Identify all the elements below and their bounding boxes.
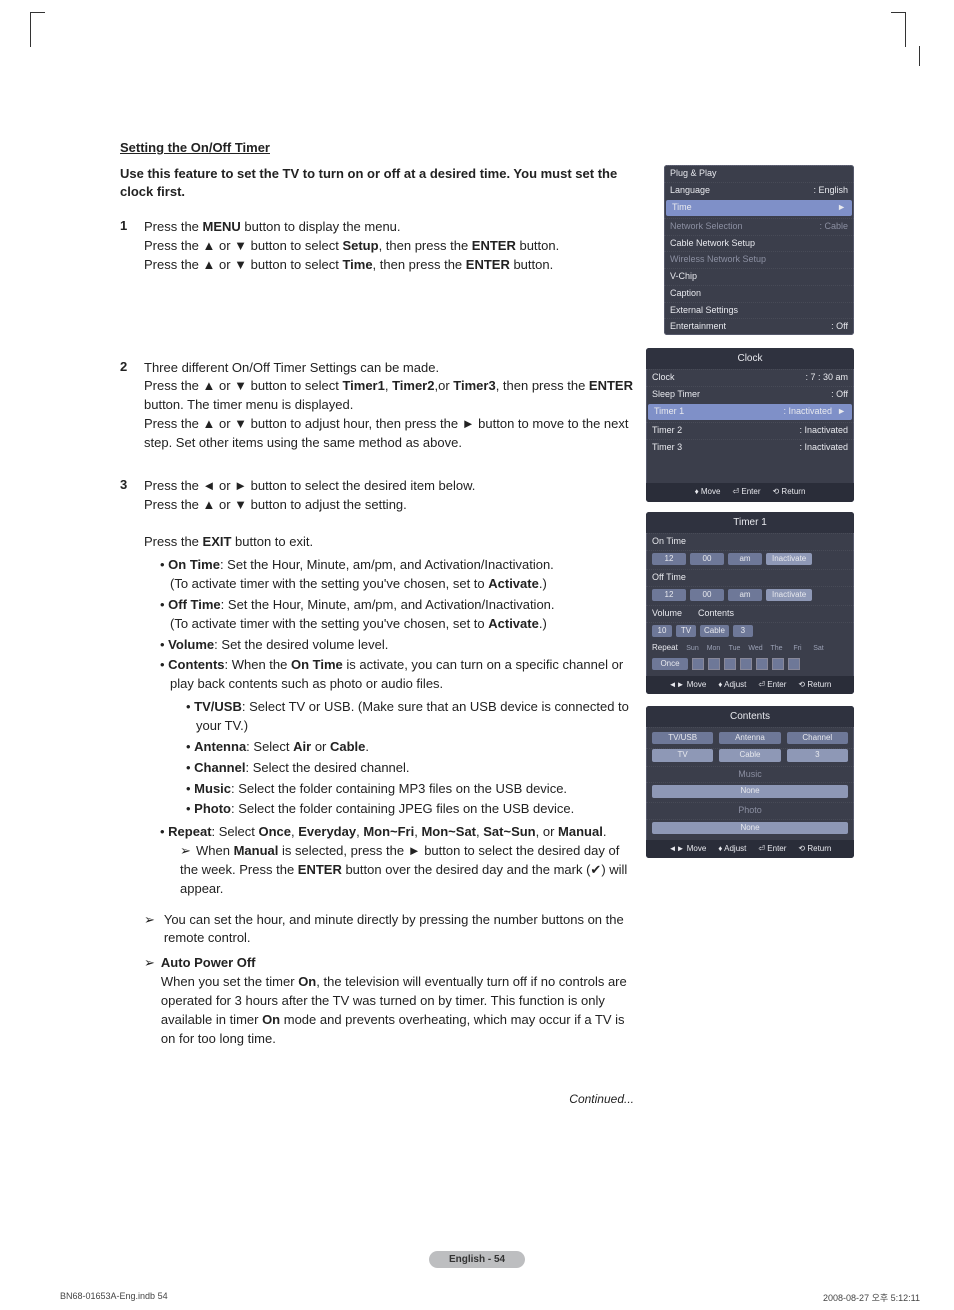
note-text: Auto Power Off When you set the timer On… (161, 954, 640, 1048)
step-1: 1 Press the MENU button to display the m… (120, 218, 640, 275)
osd-title: Timer 1 (646, 512, 854, 533)
osd-title: Contents (646, 706, 854, 727)
osd-timer1: Timer 1 On Time 12 00 am Inactivate Off … (646, 512, 854, 694)
step-3: 3 Press the ◄ or ► button to select the … (120, 477, 640, 1049)
osd-title: Clock (646, 348, 854, 369)
step-number: 2 (120, 359, 144, 374)
footer-meta: BN68-01653A-Eng.indb 54 2008-08-27 오후 5:… (60, 1291, 920, 1304)
step-body: Three different On/Off Timer Settings ca… (144, 359, 640, 453)
note-text: You can set the hour, and minute directl… (164, 911, 640, 949)
continued-label: Continued... (0, 1092, 954, 1106)
step-2: 2 Three different On/Off Timer Settings … (120, 359, 640, 453)
footer-filename: BN68-01653A-Eng.indb 54 (60, 1291, 168, 1304)
crop-mark (30, 12, 45, 47)
options-list: On Time: Set the Hour, Minute, am/pm, an… (144, 556, 640, 898)
intro-text: Use this feature to set the TV to turn o… (120, 165, 640, 200)
note-arrow-icon: ➢ (144, 954, 155, 973)
note-arrow-icon: ➢ (144, 911, 158, 930)
osd-selected-row: Timer 1 : Inactivated ► (648, 404, 852, 420)
step-body: Press the MENU button to display the men… (144, 218, 640, 275)
step-number: 1 (120, 218, 144, 233)
page-number: English - 54 (0, 1250, 954, 1268)
section-title: Setting the On/Off Timer (120, 140, 894, 155)
footer-timestamp: 2008-08-27 오후 5:12:11 (823, 1291, 920, 1304)
osd-selected-row: Time► (666, 200, 852, 216)
crop-mark (891, 12, 906, 47)
step-number: 3 (120, 477, 144, 492)
osd-clock: Clock Clock: 7 : 30 am Sleep Timer: Off … (646, 348, 854, 502)
osd-setup: Setup Plug & Play Language: English Time… (664, 165, 854, 335)
step-body: Press the ◄ or ► button to select the de… (144, 477, 640, 1049)
crop-mark (919, 46, 920, 66)
document-page: Setting the On/Off Timer Use this featur… (0, 0, 954, 1310)
osd-contents: Contents TV/USB Antenna Channel TV Cable… (646, 706, 854, 858)
